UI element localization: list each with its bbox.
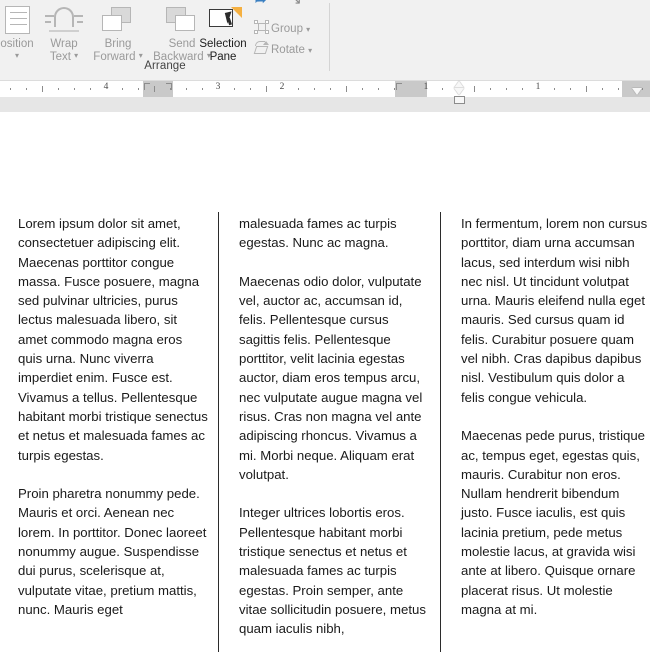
right-margin-marker[interactable] bbox=[396, 83, 402, 90]
left-margin-marker[interactable] bbox=[144, 83, 150, 90]
ruler-label-1a: 1 bbox=[423, 82, 429, 92]
group-button[interactable]: Group ▾ bbox=[252, 19, 310, 38]
align-objects-icon[interactable]: ➦ bbox=[255, 0, 267, 8]
paragraph: Lorem ipsum dolor sit amet, consectetuer… bbox=[18, 216, 208, 463]
group-icon bbox=[252, 19, 271, 35]
page-body[interactable]: Lorem ipsum dolor sit amet, consectetuer… bbox=[0, 112, 650, 652]
hanging-indent-marker[interactable] bbox=[454, 88, 464, 95]
rotate-caret-icon[interactable]: ▾ bbox=[308, 46, 312, 55]
group-divider bbox=[329, 3, 330, 71]
text-column-2[interactable]: malesuada fames ac turpis egestas. Nunc … bbox=[239, 214, 431, 658]
ruler-label-4: 4 bbox=[103, 82, 109, 92]
paragraph: In fermentum, lorem non cursus porttitor… bbox=[461, 216, 648, 405]
ribbon-group-arrange: osition ▾ Wrap Text ▾ Bring Forward ▾ Se… bbox=[0, 0, 330, 80]
horizontal-ruler[interactable]: 4 3 2 1 1 bbox=[0, 81, 650, 104]
paragraph: Maecenas pede purus, tristique ac, tempu… bbox=[461, 428, 646, 617]
ruler-label-2: 2 bbox=[279, 82, 285, 92]
paragraph: malesuada fames ac turpis egestas. Nunc … bbox=[239, 216, 397, 251]
group-caret-icon[interactable]: ▾ bbox=[306, 25, 310, 34]
ruler-label-1b: 1 bbox=[535, 82, 541, 92]
column-separator-1 bbox=[218, 212, 219, 652]
paragraph: Proin pharetra nonummy pede. Mauris et o… bbox=[18, 486, 207, 617]
gutter-right-marker[interactable] bbox=[166, 83, 172, 90]
paragraph: Maecenas odio dolor, vulputate vel, auct… bbox=[239, 273, 423, 482]
text-column-3[interactable]: In fermentum, lorem non cursus porttitor… bbox=[461, 214, 650, 639]
group-label: Group bbox=[271, 23, 303, 35]
column-separator-2 bbox=[440, 212, 441, 652]
partial-icon[interactable]: ↘ bbox=[290, 0, 302, 8]
first-line-indent-marker[interactable] bbox=[454, 81, 464, 88]
paragraph: Integer ultrices lobortis eros. Pellente… bbox=[239, 505, 426, 637]
rotate-button[interactable]: Rotate ▾ bbox=[252, 40, 312, 59]
rotate-icon bbox=[252, 40, 271, 56]
left-indent-marker[interactable] bbox=[454, 96, 465, 104]
text-column-1[interactable]: Lorem ipsum dolor sit amet, consectetuer… bbox=[18, 214, 208, 639]
ruler-area: 4 3 2 1 1 bbox=[0, 80, 650, 112]
ruler-label-3: 3 bbox=[215, 82, 221, 92]
arrange-group-label: Arrange bbox=[144, 60, 186, 72]
selection-pane-label-line1: Selection bbox=[199, 38, 247, 50]
selection-pane-icon bbox=[192, 4, 254, 38]
document-canvas[interactable]: Lorem ipsum dolor sit amet, consectetuer… bbox=[0, 112, 650, 652]
right-indent-marker[interactable] bbox=[632, 88, 642, 95]
ribbon: osition ▾ Wrap Text ▾ Bring Forward ▾ Se… bbox=[0, 0, 650, 80]
rotate-label: Rotate bbox=[271, 44, 305, 56]
selection-pane-button[interactable]: Selection Pane bbox=[192, 4, 254, 64]
